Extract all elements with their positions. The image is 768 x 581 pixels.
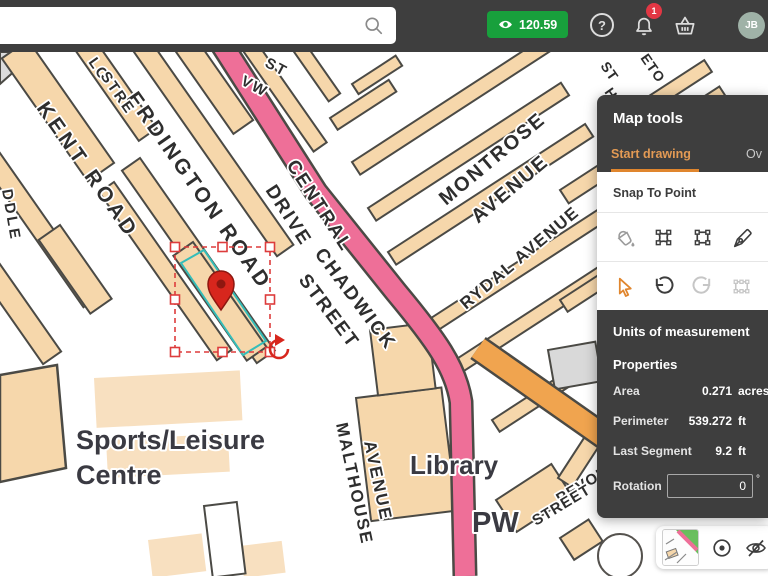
pen-button[interactable] — [729, 225, 753, 249]
cursor-button[interactable] — [612, 274, 636, 298]
credits-value: 120.59 — [519, 18, 557, 32]
eye-icon — [498, 17, 513, 32]
help-button[interactable]: ? — [590, 13, 614, 37]
top-bar: 120.59 ? 1 JB — [0, 0, 768, 52]
edit-vertices-button[interactable] — [651, 225, 675, 249]
property-unit: ft — [738, 414, 764, 428]
hide-layer-button[interactable] — [745, 537, 767, 559]
cursor-icon — [613, 275, 636, 298]
selection-handle[interactable] — [171, 348, 180, 357]
property-label: Last Segment — [613, 444, 692, 458]
active-tab-underline — [611, 169, 699, 172]
basket-icon — [676, 18, 693, 34]
place-label-library: Library — [410, 450, 499, 480]
tool-row-2 — [597, 261, 768, 310]
properties-header[interactable]: Properties — [597, 343, 768, 376]
property-unit: acres — [738, 384, 764, 398]
place-label-sports-2: Centre — [76, 460, 162, 490]
transform-box-button[interactable] — [729, 274, 753, 298]
tab-overlays[interactable]: Ov — [746, 147, 762, 161]
fill-bucket-button[interactable] — [612, 225, 636, 249]
transform-box-icon — [730, 275, 753, 298]
search-input[interactable] — [0, 7, 364, 44]
drawing-tools-section: Snap To Point — [597, 172, 768, 310]
property-label: Area — [613, 384, 640, 398]
redo-icon — [691, 275, 714, 298]
place-label-sports-1: Sports/Leisure — [76, 425, 265, 455]
map-controls-bar — [656, 526, 768, 569]
property-value: 539.272 — [689, 414, 732, 428]
selection-handle[interactable] — [171, 295, 180, 304]
search-icon[interactable] — [364, 16, 384, 36]
rotation-row: Rotation ° — [597, 466, 768, 506]
panel-tabs: Start drawing Ov — [597, 136, 768, 172]
tool-row-1 — [597, 213, 768, 261]
selection-handle[interactable] — [218, 348, 227, 357]
avatar-initials: JB — [745, 20, 758, 31]
target-icon — [711, 537, 733, 559]
snap-to-point-label[interactable]: Snap To Point — [597, 172, 768, 213]
basket-button[interactable] — [672, 13, 698, 39]
selection-handle[interactable] — [218, 243, 227, 252]
rotation-label: Rotation — [613, 479, 662, 493]
property-row-perimeter: Perimeter 539.272 ft — [597, 406, 768, 436]
notification-count-badge: 1 — [646, 3, 662, 19]
panel-title: Map tools — [597, 95, 768, 136]
redo-button[interactable] — [690, 274, 714, 298]
selection-handle[interactable] — [266, 295, 275, 304]
fill-bucket-icon — [613, 226, 636, 249]
eye-off-icon — [745, 537, 767, 559]
selection-handle[interactable] — [171, 243, 180, 252]
rectangle-nodes-button[interactable] — [690, 225, 714, 249]
target-button[interactable] — [711, 537, 733, 559]
avatar[interactable]: JB — [738, 12, 765, 39]
property-row-area: Area 0.271 acres — [597, 376, 768, 406]
property-value: 9.2 — [715, 444, 732, 458]
credits-badge[interactable]: 120.59 — [487, 11, 568, 38]
degree-symbol: ° — [756, 474, 764, 485]
map-tools-panel: Map tools Start drawing Ov Snap To Point — [597, 95, 768, 518]
undo-icon — [652, 275, 675, 298]
property-unit: ft — [738, 444, 764, 458]
rotation-input[interactable] — [667, 474, 753, 498]
property-label: Perimeter — [613, 414, 668, 428]
edit-vertices-icon — [652, 226, 675, 249]
property-value: 0.271 — [702, 384, 732, 398]
search-box — [0, 7, 396, 44]
pen-icon — [730, 226, 753, 249]
selection-handle[interactable] — [266, 243, 275, 252]
tab-start-drawing[interactable]: Start drawing — [611, 147, 691, 161]
property-row-last-segment: Last Segment 9.2 ft — [597, 436, 768, 466]
minimap-thumbnail[interactable] — [662, 529, 699, 566]
bell-icon — [637, 19, 651, 35]
notification-count: 1 — [651, 6, 656, 16]
place-label-pw: PW — [472, 507, 519, 539]
undo-button[interactable] — [651, 274, 675, 298]
units-of-measurement-header[interactable]: Units of measurement — [597, 310, 768, 343]
help-icon: ? — [598, 18, 606, 33]
rectangle-nodes-icon — [691, 226, 714, 249]
